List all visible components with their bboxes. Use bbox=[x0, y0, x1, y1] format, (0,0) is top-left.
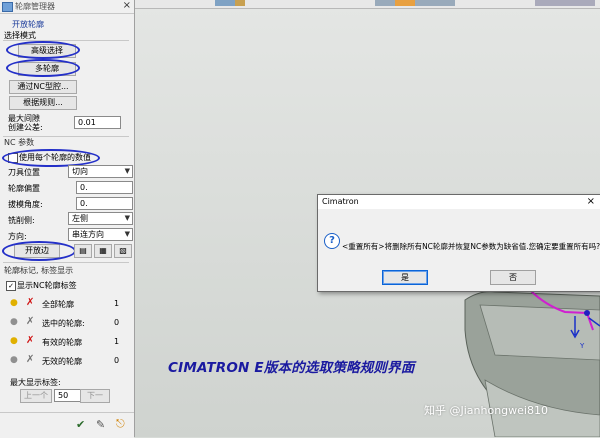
create-tolerance-label: 创建公差: bbox=[8, 123, 43, 132]
profile-offset-label: 轮廓偏置 bbox=[8, 184, 40, 193]
x-mark-icon[interactable]: ✗ bbox=[26, 316, 34, 327]
edge-tool-icon[interactable]: ▤ bbox=[74, 244, 92, 258]
dialog-titlebar: Cimatron × bbox=[318, 195, 600, 209]
panel-title: 轮廓管理器 bbox=[15, 2, 55, 11]
draft-angle-input[interactable]: 0. bbox=[76, 197, 133, 210]
confirm-icon[interactable]: ✔ bbox=[76, 418, 85, 431]
watermark: 知乎 @Jianhongwei810 bbox=[424, 404, 548, 417]
lightbulb-icon[interactable]: ● bbox=[10, 317, 18, 327]
divider bbox=[3, 262, 129, 263]
row-count: 1 bbox=[114, 299, 120, 308]
max-gap-label: 最大间隙 bbox=[8, 114, 40, 123]
list-item: ● ✗ 全部轮廓 1 bbox=[8, 297, 132, 311]
by-rule-button[interactable]: 根据规则... bbox=[9, 96, 77, 110]
x-mark-icon[interactable]: ✗ bbox=[26, 354, 34, 365]
max-show-label: 最大显示标签: bbox=[10, 378, 61, 387]
caption-text: CIMATRON E版本的选取策略规则界面 bbox=[168, 360, 415, 376]
tool-position-label: 刀具位置 bbox=[8, 168, 40, 177]
list-item: ● ✗ 选中的轮廓: 0 bbox=[8, 316, 132, 330]
nc-params-header: NC 参数 bbox=[4, 138, 35, 147]
row-count: 0 bbox=[114, 356, 120, 365]
by-nc-cavity-button[interactable]: 通过NC型腔... bbox=[9, 80, 77, 94]
milling-side-select[interactable]: 左侧 ▼ bbox=[68, 212, 133, 225]
page-count-input[interactable]: 50 bbox=[54, 389, 81, 402]
highlight-ellipse bbox=[6, 59, 80, 77]
highlight-ellipse bbox=[6, 41, 80, 59]
chevron-down-icon: ▼ bbox=[124, 167, 130, 175]
confirm-dialog: Cimatron × ? <重置所有>将删除所有NC轮廓并恢复NC参数为缺省值.… bbox=[317, 194, 600, 292]
lightbulb-icon[interactable]: ● bbox=[10, 355, 18, 365]
no-button[interactable]: 否 bbox=[490, 270, 536, 285]
lightbulb-icon[interactable]: ● bbox=[10, 336, 18, 346]
milling-side-label: 铣削侧: bbox=[8, 216, 35, 225]
row-label: 全部轮廓 bbox=[42, 300, 74, 309]
direction-value: 串连方向 bbox=[72, 230, 104, 239]
direction-label: 方向: bbox=[8, 232, 27, 241]
profile-manager-panel: 轮廓管理器 × 开放轮廓 选择模式 高级选择 多轮廓 通过NC型腔... 根据规… bbox=[0, 0, 135, 438]
divider bbox=[3, 40, 129, 41]
close-icon[interactable]: × bbox=[123, 0, 131, 11]
list-item: ● ✗ 无效的轮廓 0 bbox=[8, 354, 132, 368]
exit-icon[interactable]: ⎋ bbox=[116, 417, 125, 431]
top-toolbar bbox=[135, 0, 600, 9]
prev-button[interactable]: 上一个 bbox=[20, 389, 52, 403]
question-icon: ? bbox=[324, 233, 340, 249]
row-label: 选中的轮廓: bbox=[42, 319, 85, 328]
tolerance-input[interactable]: 0.01 bbox=[74, 116, 121, 129]
chevron-down-icon: ▼ bbox=[124, 214, 130, 222]
x-mark-icon[interactable]: ✗ bbox=[26, 297, 34, 308]
row-label: 无效的轮廓 bbox=[42, 357, 82, 366]
yes-button[interactable]: 是 bbox=[382, 270, 428, 285]
close-icon[interactable]: × bbox=[587, 196, 595, 207]
x-mark-icon[interactable]: ✗ bbox=[26, 335, 34, 346]
apply-icon[interactable]: ✎ bbox=[96, 418, 105, 431]
direction-select[interactable]: 串连方向 ▼ bbox=[68, 228, 133, 241]
highlight-ellipse bbox=[2, 241, 76, 261]
section-open-profile: 开放轮廓 bbox=[12, 20, 44, 29]
lightbulb-icon[interactable]: ● bbox=[10, 298, 18, 308]
toolbar-icons bbox=[215, 0, 595, 6]
edge-tool-icon[interactable]: ▧ bbox=[114, 244, 132, 258]
milling-side-value: 左侧 bbox=[72, 214, 88, 223]
show-nc-label-checkbox[interactable]: ✓ bbox=[6, 281, 16, 291]
next-button[interactable]: 下一 bbox=[80, 389, 110, 403]
row-count: 1 bbox=[114, 337, 120, 346]
panel-action-bar: ✔ ✎ ⎋ bbox=[0, 412, 134, 438]
profile-offset-input[interactable]: 0. bbox=[76, 181, 133, 194]
tool-position-select[interactable]: 切向 ▼ bbox=[68, 165, 133, 178]
svg-text:Y: Y bbox=[579, 342, 585, 350]
dialog-message: <重置所有>将删除所有NC轮廓并恢复NC参数为缺省值.您确定要重置所有吗? bbox=[342, 242, 600, 251]
show-nc-label-label: 显示NC轮廓标签 bbox=[17, 281, 77, 290]
list-item: ● ✗ 有效的轮廓 1 bbox=[8, 335, 132, 349]
app-icon bbox=[2, 2, 13, 12]
marker-label-header: 轮廓标记, 标签显示 bbox=[4, 266, 74, 275]
dialog-title: Cimatron bbox=[322, 197, 359, 206]
panel-titlebar: 轮廓管理器 × bbox=[0, 0, 134, 14]
row-count: 0 bbox=[114, 318, 120, 327]
row-label: 有效的轮廓 bbox=[42, 338, 82, 347]
tool-position-value: 切向 bbox=[72, 167, 88, 176]
edge-tool-icon[interactable]: ▦ bbox=[94, 244, 112, 258]
draft-angle-label: 拔模角度: bbox=[8, 200, 43, 209]
chevron-down-icon: ▼ bbox=[124, 230, 130, 238]
